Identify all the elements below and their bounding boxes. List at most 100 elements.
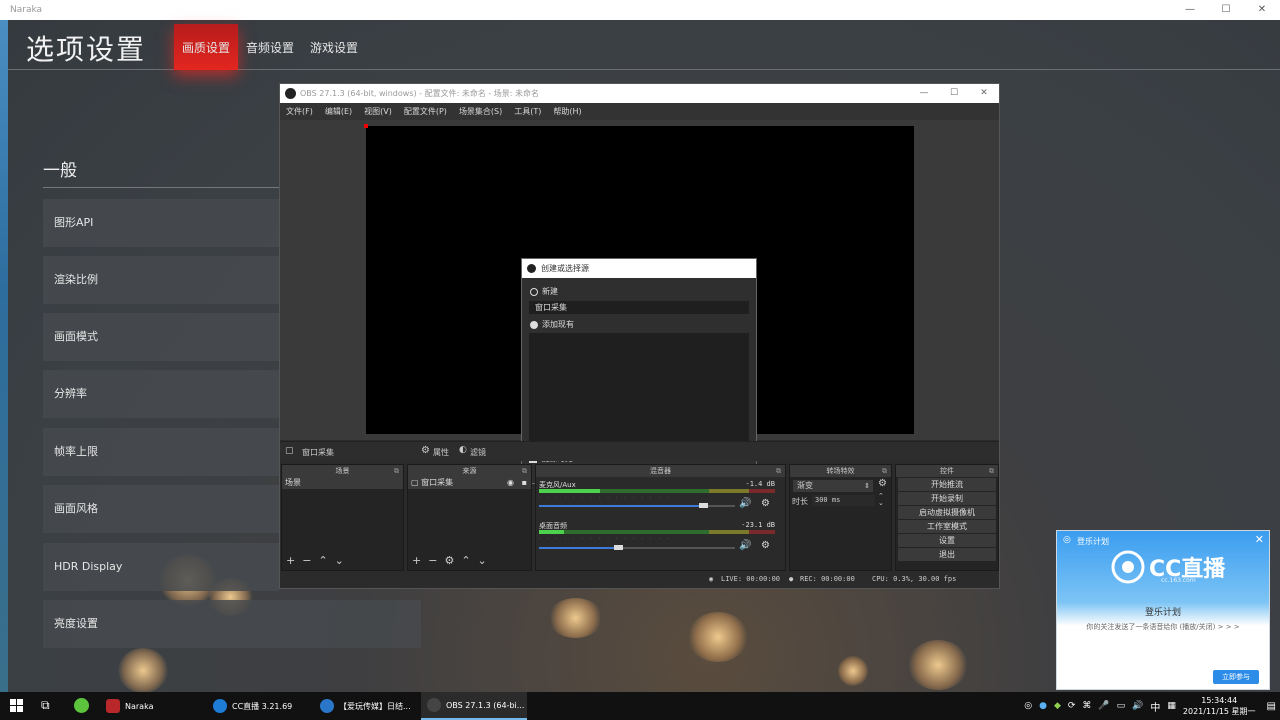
task-view-icon[interactable]: ⧉ xyxy=(41,698,50,713)
minimize-button[interactable]: — xyxy=(1172,0,1208,20)
ime-mode-icon[interactable]: ▦ xyxy=(1167,701,1176,711)
radio-selected-icon[interactable] xyxy=(530,287,538,296)
menu-tools[interactable]: 工具(T) xyxy=(514,106,541,117)
obs-preview-area: 创建或选择源 新建 窗口采集 添加现有 ✓ 使源可见 确定 取消 xyxy=(280,120,999,484)
radio-create-new-label: 新建 xyxy=(542,287,558,296)
move-down-icon[interactable]: ⌄ xyxy=(335,554,344,567)
tab-graphics[interactable]: 画质设置 xyxy=(182,39,230,56)
remove-icon[interactable]: − xyxy=(428,554,437,567)
transition-select[interactable]: 渐变 ⇕ xyxy=(793,480,873,492)
remove-icon[interactable]: − xyxy=(302,554,311,567)
setting-brightness[interactable]: 亮度设置 xyxy=(43,600,421,648)
wechat-app-icon[interactable] xyxy=(74,698,89,713)
microphone-icon[interactable]: 🎤 xyxy=(1098,701,1109,711)
section-heading: 一般 xyxy=(43,161,77,181)
radio-icon[interactable] xyxy=(530,320,538,329)
gear-icon[interactable]: ⚙ xyxy=(761,540,770,551)
tab-game[interactable]: 游戏设置 xyxy=(310,39,358,56)
dock-float-icon[interactable]: ⧉ xyxy=(989,465,994,477)
gear-icon[interactable]: ⚙ xyxy=(444,554,454,567)
gear-icon[interactable]: ⚙ xyxy=(761,498,770,509)
duration-stepper-icon[interactable]: ⌃ ⌄ xyxy=(878,493,884,507)
move-up-icon[interactable]: ⌃ xyxy=(318,554,327,567)
studio-mode-button[interactable]: 工作室模式 xyxy=(898,520,996,533)
window-capture-icon: ▢ xyxy=(285,446,294,456)
duration-input[interactable]: 300 ms xyxy=(812,495,875,506)
close-button[interactable]: ✕ xyxy=(1244,0,1280,20)
start-streaming-button[interactable]: 开始推流 xyxy=(898,478,996,491)
properties-button[interactable]: 属性 xyxy=(433,447,449,458)
setting-resolution[interactable]: 分辨率 xyxy=(43,370,279,418)
network-icon[interactable]: ▭ xyxy=(1117,701,1126,711)
setting-hdr-display[interactable]: HDR Display xyxy=(43,543,279,591)
volume-icon[interactable]: 🔊 xyxy=(1132,701,1143,711)
ime-indicator[interactable]: 中 xyxy=(1150,699,1160,714)
scene-list-item[interactable]: 场景 xyxy=(282,477,403,489)
notification-icon[interactable]: ▤ xyxy=(1267,701,1276,712)
menu-view[interactable]: 视图(V) xyxy=(364,106,392,117)
eye-icon[interactable]: ◉ xyxy=(507,477,514,489)
radio-add-existing[interactable]: 添加现有 xyxy=(530,319,574,330)
maximize-button[interactable]: ☐ xyxy=(1208,0,1244,20)
system-clock[interactable]: 15:34:44 2021/11/15 星期一 xyxy=(1183,695,1256,717)
speaker-icon[interactable]: 🔊 xyxy=(739,498,751,509)
obs-minimize-button[interactable]: — xyxy=(909,84,939,103)
popup-message: 你的关注发送了一条语音给你 (播放/关闭) > > > xyxy=(1086,623,1240,631)
tray-nvidia-icon[interactable]: ◆ xyxy=(1054,701,1061,711)
divider xyxy=(43,187,279,188)
lock-icon[interactable]: ▪ xyxy=(522,477,527,489)
source-handle[interactable] xyxy=(364,124,368,128)
settings-button[interactable]: 设置 xyxy=(898,534,996,547)
volume-meter-level xyxy=(539,489,600,493)
setting-display-mode[interactable]: 画面模式 xyxy=(43,313,279,361)
volume-slider-knob[interactable] xyxy=(699,503,708,508)
taskbar-app-browser[interactable]: 【爱玩传媒】日结... xyxy=(314,692,418,720)
menu-scene-collection[interactable]: 场景集合(S) xyxy=(459,106,502,117)
start-virtual-camera-button[interactable]: 启动虚拟摄像机 xyxy=(898,506,996,519)
start-recording-button[interactable]: 开始录制 xyxy=(898,492,996,505)
tray-chat-icon[interactable]: ● xyxy=(1039,701,1047,711)
menu-help[interactable]: 帮助(H) xyxy=(553,106,581,117)
source-list-item[interactable]: ▢ 窗口采集 ◉ ▪ xyxy=(408,477,531,489)
add-icon[interactable]: + xyxy=(412,554,421,567)
dock-float-icon[interactable]: ⧉ xyxy=(882,465,887,477)
clock-time: 15:34:44 xyxy=(1201,696,1238,705)
tab-audio[interactable]: 音频设置 xyxy=(246,39,294,56)
taskbar-app-cc[interactable]: CC直播 3.21.69 xyxy=(207,692,311,720)
obs-maximize-button[interactable]: ☐ xyxy=(939,84,969,103)
windows-start-icon[interactable] xyxy=(10,699,23,714)
setting-framerate-limit[interactable]: 帧率上限 xyxy=(43,428,279,476)
dock-float-icon[interactable]: ⧉ xyxy=(522,465,527,477)
setting-render-scale[interactable]: 渲染比例 xyxy=(43,256,279,304)
setting-graphics-api[interactable]: 图形API xyxy=(43,199,279,247)
exit-button[interactable]: 退出 xyxy=(898,548,996,561)
speaker-icon[interactable]: 🔊 xyxy=(739,540,751,551)
cc-notification-popup: ◎ 登乐计划 ✕ CC直播 cc.163.com 登乐计划 你的关注发送了一条语… xyxy=(1056,530,1270,690)
add-icon[interactable]: + xyxy=(286,554,295,567)
existing-sources-list[interactable] xyxy=(529,333,749,448)
join-now-button[interactable]: 立即参与 xyxy=(1213,670,1259,684)
taskbar-app-obs[interactable]: OBS 27.1.3 (64-bi... xyxy=(421,692,527,720)
sources-dock: 来源 ⧉ ▢ 窗口采集 ◉ ▪ + − ⚙ ⌃ ⌄ xyxy=(407,464,532,571)
rec-icon: ● xyxy=(789,575,794,583)
obs-close-button[interactable]: ✕ xyxy=(969,84,999,103)
filters-button[interactable]: 滤镜 xyxy=(470,447,486,458)
move-up-icon[interactable]: ⌃ xyxy=(461,554,470,567)
dock-float-icon[interactable]: ⧉ xyxy=(394,465,399,477)
gear-icon[interactable]: ⚙ xyxy=(878,478,887,489)
source-name-input[interactable]: 窗口采集 xyxy=(529,301,749,314)
tray-gamepad-icon[interactable]: ⌘ xyxy=(1082,701,1091,711)
menu-file[interactable]: 文件(F) xyxy=(286,106,313,117)
duration-label: 时长 xyxy=(792,497,808,506)
menu-edit[interactable]: 编辑(E) xyxy=(325,106,352,117)
volume-slider-knob[interactable] xyxy=(614,545,623,550)
tray-app-icon[interactable]: ◎ xyxy=(1024,701,1032,711)
dock-float-icon[interactable]: ⧉ xyxy=(776,465,781,477)
move-down-icon[interactable]: ⌄ xyxy=(478,554,487,567)
radio-create-new[interactable]: 新建 xyxy=(530,286,558,297)
popup-close-button[interactable]: ✕ xyxy=(1255,533,1264,546)
setting-visual-style[interactable]: 画面风格 xyxy=(43,485,279,533)
taskbar-app-naraka[interactable]: Naraka xyxy=(100,692,204,720)
tray-sync-icon[interactable]: ⟳ xyxy=(1068,701,1076,711)
menu-profile[interactable]: 配置文件(P) xyxy=(404,106,447,117)
